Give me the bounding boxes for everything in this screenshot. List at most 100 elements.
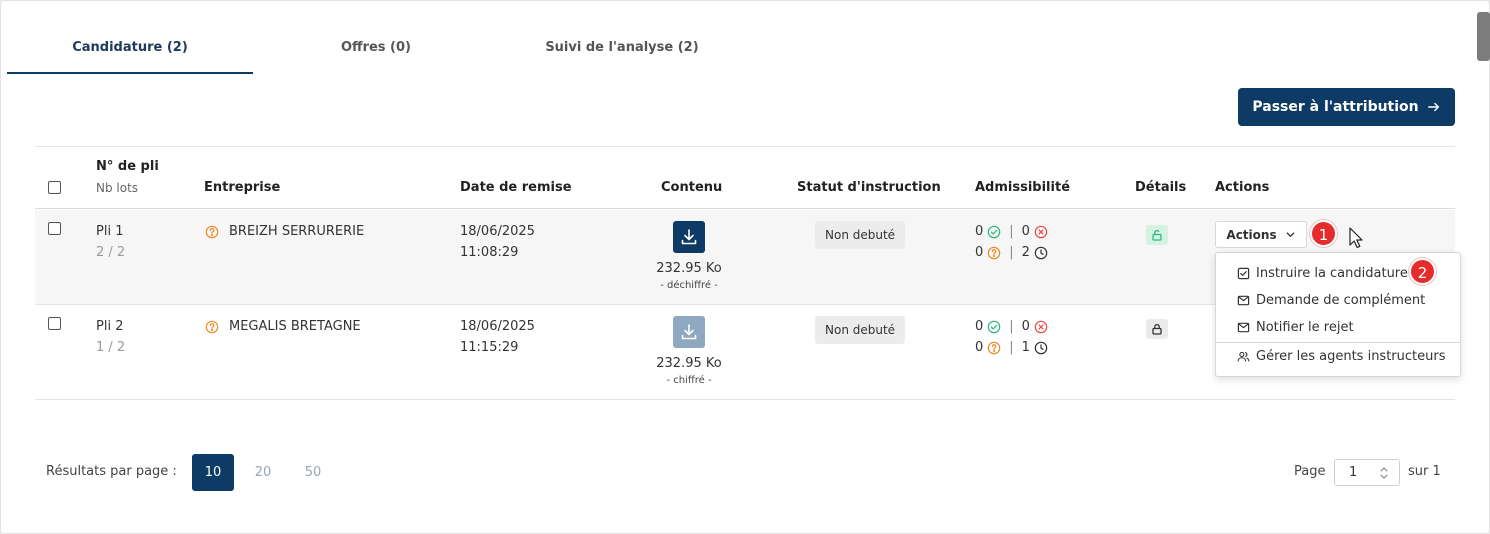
pli-cell: Pli 2 1 / 2 [96, 316, 125, 358]
download-icon [681, 324, 697, 340]
date-cell: 18/06/2025 11:08:29 [460, 221, 535, 263]
company-cell: BREIZH SERRURERIE [205, 221, 364, 242]
pli-number: Pli 1 [96, 224, 124, 239]
x-circle-icon [1034, 225, 1048, 238]
separator: | [1009, 245, 1014, 260]
step-marker-2: 2 [1409, 258, 1436, 285]
menu-item-instruire[interactable]: Instruire la candidature [1237, 266, 1408, 281]
download-button[interactable] [673, 221, 705, 253]
company-name: MEGALIS BRETAGNE [229, 319, 361, 334]
menu-item-label: Gérer les agents instructeurs [1256, 349, 1446, 364]
company-cell: MEGALIS BRETAGNE [205, 316, 361, 337]
check-circle-icon [987, 320, 1001, 333]
separator: | [1009, 319, 1014, 334]
pli-number: Pli 2 [96, 319, 124, 334]
results-per-page-label: Résultats par page : [46, 464, 177, 479]
tab-suivi-analyse[interactable]: Suivi de l'analyse (2) [527, 21, 717, 73]
header-details: Détails [1135, 180, 1187, 195]
tabs-bar: Candidature (2) Offres (0) Suivi de l'an… [7, 21, 727, 75]
row-checkbox[interactable] [48, 222, 61, 235]
per-page-option-50[interactable]: 50 [292, 454, 334, 491]
x-circle-icon [1034, 320, 1048, 333]
header-admissibilite: Admissibilité [975, 180, 1071, 195]
file-size: 232.95 Ko [656, 261, 722, 276]
checkbox-checked-icon [1237, 267, 1250, 280]
status-badge: Non debuté [815, 316, 906, 344]
mail-icon [1237, 322, 1250, 333]
unlock-icon [1152, 229, 1162, 241]
adm-ko-count: 0 [1021, 319, 1030, 334]
spinner-arrows-icon[interactable] [1379, 464, 1389, 482]
header-actions: Actions [1215, 180, 1270, 195]
menu-divider [1216, 342, 1460, 343]
step-marker-1: 1 [1310, 220, 1337, 247]
admissibility-cell: 0 | 0 0 | 2 [975, 221, 1048, 263]
header-pli: N° de pli [96, 159, 159, 174]
menu-item-gerer-agents[interactable]: Gérer les agents instructeurs [1237, 349, 1445, 364]
users-icon [1237, 351, 1250, 362]
question-circle-icon [205, 225, 219, 238]
download-button[interactable] [673, 316, 705, 348]
header-statut: Statut d'instruction [797, 180, 941, 195]
mouse-cursor-icon [1349, 227, 1363, 249]
question-circle-icon [205, 320, 219, 333]
header-contenu: Contenu [661, 180, 723, 195]
header-entreprise: Entreprise [204, 180, 281, 195]
lots-count: 2 / 2 [96, 245, 126, 260]
header-nb-lots: Nb lots [96, 181, 139, 195]
menu-item-label: Instruire la candidature [1256, 266, 1408, 281]
adm-ok-count: 0 [975, 224, 984, 239]
passer-attribution-button[interactable]: Passer à l'attribution [1238, 88, 1455, 126]
adm-ko-count: 0 [1021, 224, 1030, 239]
lock-details-button[interactable] [1146, 319, 1168, 339]
adm-unknown-count: 0 [975, 340, 984, 355]
scrollbar-thumb[interactable] [1477, 12, 1490, 61]
admissibility-cell: 0 | 0 0 | 1 [975, 316, 1048, 358]
date-value: 18/06/2025 [460, 224, 535, 239]
select-all-checkbox[interactable] [48, 181, 61, 194]
unlock-details-button[interactable] [1146, 225, 1168, 245]
per-page-option-20[interactable]: 20 [242, 454, 284, 491]
company-name: BREIZH SERRURERIE [229, 224, 365, 239]
date-cell: 18/06/2025 11:15:29 [460, 316, 535, 358]
menu-item-label: Notifier le rejet [1256, 320, 1354, 335]
clock-icon [1034, 341, 1048, 354]
check-circle-icon [987, 225, 1001, 238]
status-badge: Non debuté [815, 221, 906, 249]
lock-icon [1152, 323, 1162, 335]
encryption-status: - déchiffré - [660, 280, 718, 291]
encryption-status: - chiffré - [666, 375, 712, 386]
lots-count: 1 / 2 [96, 340, 126, 355]
question-circle-icon [987, 246, 1001, 259]
chevron-down-icon [1286, 232, 1294, 237]
per-page-option-10[interactable]: 10 [192, 454, 234, 491]
tab-candidature[interactable]: Candidature (2) [7, 21, 253, 74]
tab-offres[interactable]: Offres (0) [291, 21, 461, 73]
download-icon [681, 229, 697, 245]
time-value: 11:15:29 [460, 340, 519, 355]
menu-item-notifier-rejet[interactable]: Notifier le rejet [1237, 320, 1354, 335]
divider-bottom [35, 399, 1455, 400]
adm-pending-count: 1 [1021, 340, 1030, 355]
page-label: Page [1294, 464, 1326, 479]
divider-top [35, 146, 1455, 147]
page-number-input[interactable]: 1 [1334, 459, 1400, 486]
row-checkbox[interactable] [48, 317, 61, 330]
actions-dropdown-button[interactable]: Actions [1215, 221, 1307, 248]
adm-unknown-count: 0 [975, 245, 984, 260]
adm-ok-count: 0 [975, 319, 984, 334]
time-value: 11:08:29 [460, 245, 519, 260]
menu-item-demande-complement[interactable]: Demande de complément [1237, 293, 1425, 308]
arrow-right-icon [1427, 102, 1439, 112]
adm-pending-count: 2 [1021, 245, 1030, 260]
file-size: 232.95 Ko [656, 356, 722, 371]
question-circle-icon [987, 341, 1001, 354]
passer-attribution-label: Passer à l'attribution [1252, 99, 1419, 115]
separator: | [1009, 340, 1014, 355]
page-number-value: 1 [1349, 465, 1358, 480]
mail-icon [1237, 295, 1250, 306]
divider-header [35, 208, 1455, 209]
pli-cell: Pli 1 2 / 2 [96, 221, 125, 263]
clock-icon [1034, 246, 1048, 259]
total-pages-label: sur 1 [1408, 464, 1441, 479]
